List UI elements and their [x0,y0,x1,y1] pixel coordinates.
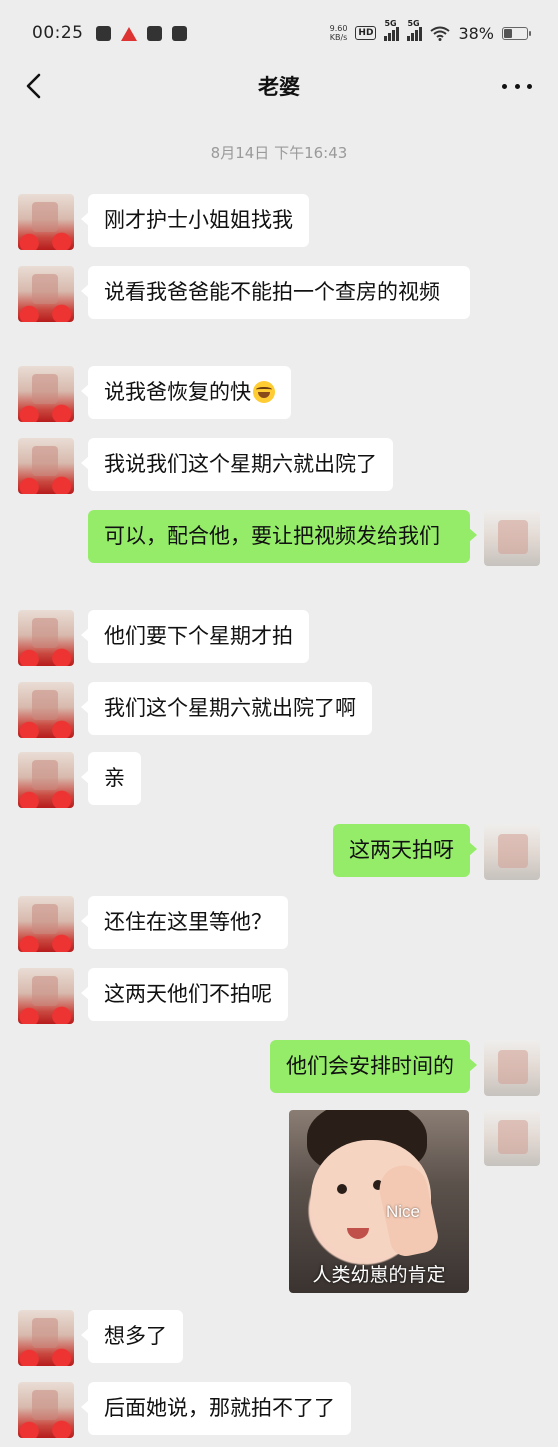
status-time: 00:25 [32,23,84,43]
more-dot [502,83,507,89]
contact-avatar[interactable] [18,896,74,952]
my-avatar[interactable] [484,1040,540,1096]
incoming-message[interactable]: 我说我们这个星期六就出院了 [81,438,393,491]
status-right: 9.60 KB/s HD 5G 5G 38% [329,19,531,43]
contact-avatar[interactable] [18,266,74,322]
app-notification-icon [171,25,187,41]
contact-avatar[interactable] [18,752,74,808]
status-bar: 00:25 9.60 KB/s HD 5G 5G 38% [0,0,558,66]
contact-avatar[interactable] [18,1310,74,1366]
more-button[interactable] [502,74,532,98]
sticker-eye [337,1184,347,1194]
incoming-message[interactable]: 想多了 [81,1310,183,1363]
contact-avatar[interactable] [18,194,74,250]
outgoing-message[interactable]: 可以，配合他，要让把视频发给我们 [88,510,477,563]
tiktok-icon [95,25,111,41]
back-button[interactable] [22,72,48,100]
incoming-message[interactable]: 这两天他们不拍呢 [81,968,288,1021]
battery-icon [502,26,531,40]
incoming-message[interactable]: 亲 [81,752,141,805]
sticker-message[interactable]: Nice 人类幼崽的肯定 [289,1110,469,1293]
contact-avatar[interactable] [18,968,74,1024]
incoming-message[interactable]: 我们这个星期六就出院了啊 [81,682,372,735]
contact-avatar[interactable] [18,610,74,666]
incoming-message[interactable]: 刚才护士小姐姐找我 [81,194,309,247]
warning-icon [120,26,137,41]
sticker-text: Nice [386,1202,421,1221]
incoming-message[interactable]: 说我爸恢复的快 [81,366,291,419]
more-dot [514,83,520,89]
my-avatar[interactable] [484,510,540,566]
notification-icons [95,25,187,41]
outgoing-message[interactable]: 他们会安排时间的 [270,1040,477,1093]
chat-timestamp: 8月14日 下午16:43 [210,144,348,162]
chat-title: 老婆 [258,75,300,99]
message-icon [146,25,162,41]
incoming-message[interactable]: 说看我爸爸能不能拍一个查房的视频 [81,266,470,319]
grin-sweat-icon [253,381,275,403]
incoming-message[interactable]: 他们要下个星期才拍 [81,610,309,663]
signal-2-icon: 5G [407,19,423,41]
contact-avatar[interactable] [18,1382,74,1438]
more-dot [527,83,532,89]
contact-avatar[interactable] [18,366,74,422]
battery-fill [504,28,513,38]
hd-icon: HD [355,26,377,40]
sticker-caption: 人类幼崽的肯定 [312,1264,446,1286]
wifi-icon [430,26,451,41]
my-avatar[interactable] [484,1110,540,1166]
battery-percent: 38% [458,23,494,43]
chevron-left-icon [26,73,41,99]
network-speed: 9.60 KB/s [329,24,348,42]
incoming-message[interactable]: 还住在这里等他？ [81,896,288,949]
signal-1-icon: 5G [384,19,400,41]
nav-bar: 老婆 [0,60,558,112]
contact-avatar[interactable] [18,682,74,738]
my-avatar[interactable] [484,824,540,880]
contact-avatar[interactable] [18,438,74,494]
incoming-message[interactable]: 后面她说，那就拍不了了 [81,1382,351,1435]
outgoing-message[interactable]: 这两天拍呀 [333,824,477,877]
